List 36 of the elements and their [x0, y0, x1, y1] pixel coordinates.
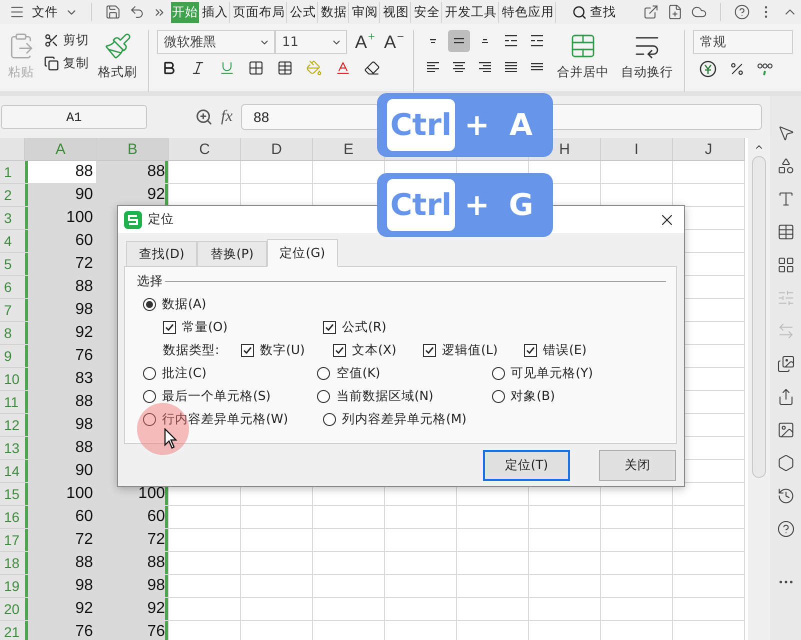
key-cap: Ctrl — [387, 179, 455, 231]
table-cell: 88 — [25, 437, 97, 460]
table-cell: 60 — [25, 506, 97, 529]
key-letter: G — [508, 188, 534, 222]
table-cell: 76 — [97, 621, 169, 640]
data-type-label: 数据类型: — [163, 342, 220, 359]
table-cell: 60 — [25, 230, 97, 253]
table-cell: 83 — [25, 368, 97, 391]
table-cell: 90 — [25, 460, 97, 483]
table-cell: 76 — [25, 345, 97, 368]
table-cell: 98 — [25, 299, 97, 322]
table-cell: 92 — [97, 184, 169, 207]
key-cap: Ctrl — [387, 99, 455, 151]
table-cell: 92 — [97, 598, 169, 621]
table-cell: 88 — [25, 391, 97, 414]
shortcut-plus: + — [463, 108, 491, 142]
table-cell: 72 — [97, 529, 169, 552]
dialog-title: 定位 — [148, 211, 174, 228]
table-cell: 90 — [25, 184, 97, 207]
table-cell: 98 — [25, 414, 97, 437]
table-cell: 92 — [25, 322, 97, 345]
table-cell: 100 — [25, 483, 97, 506]
table-cell: 88 — [97, 161, 169, 184]
table-cell: 76 — [25, 621, 97, 640]
table-cell: 72 — [25, 253, 97, 276]
table-cell: 100 — [25, 207, 97, 230]
table-cell: 88 — [25, 552, 97, 575]
table-cell: 88 — [25, 276, 97, 299]
table-cell: 60 — [97, 506, 169, 529]
table-cell: 72 — [25, 529, 97, 552]
table-cell: 98 — [25, 575, 97, 598]
group-label: 选择 — [137, 273, 163, 290]
table-cell: 88 — [97, 552, 169, 575]
table-cell: 98 — [97, 575, 169, 598]
table-cell: 92 — [25, 598, 97, 621]
shortcut-plus: + — [463, 188, 491, 222]
